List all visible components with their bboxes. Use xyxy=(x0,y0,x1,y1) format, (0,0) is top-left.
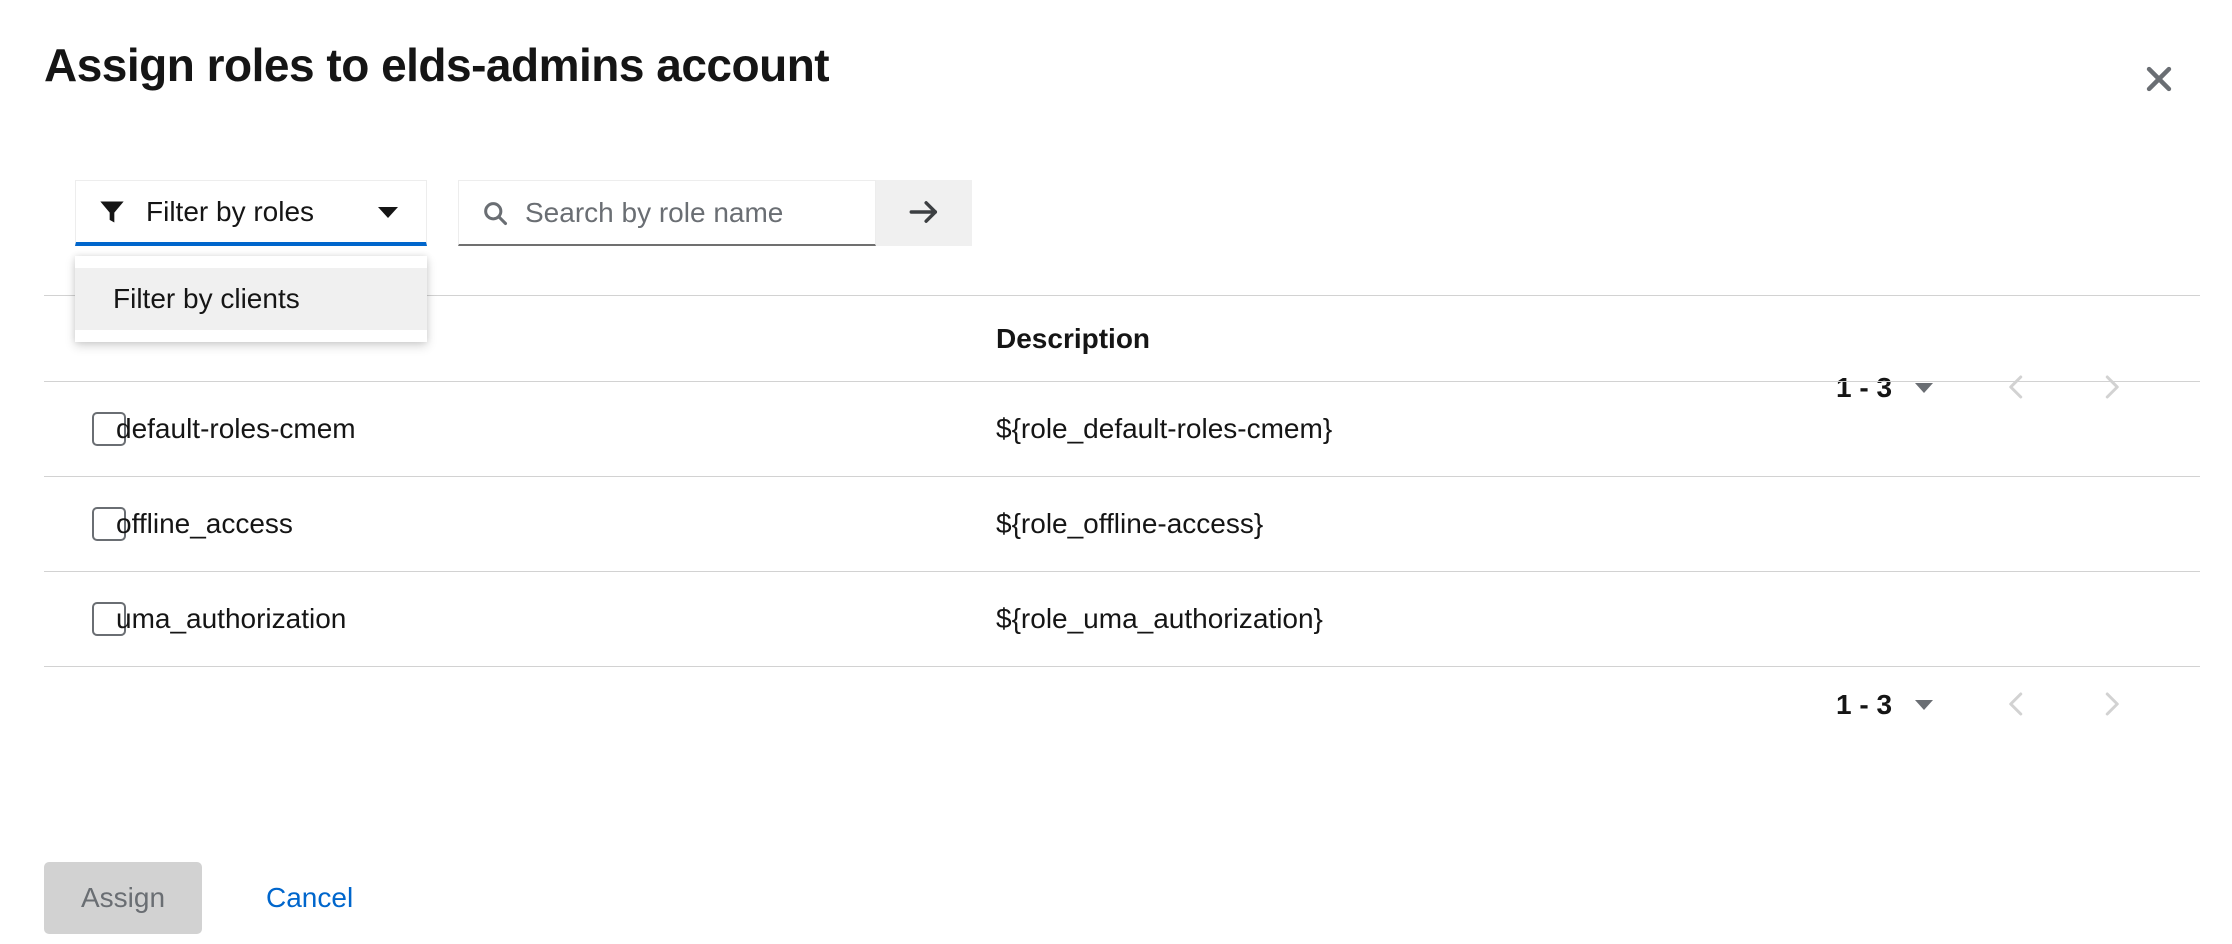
search-group xyxy=(458,180,972,246)
row-description-cell: ${role_offline-access} xyxy=(996,477,2200,572)
row-select-cell xyxy=(44,572,116,667)
funnel-icon xyxy=(98,198,126,226)
table-body: default-roles-cmem ${role_default-roles-… xyxy=(44,382,2200,667)
table-row[interactable]: uma_authorization ${role_uma_authorizati… xyxy=(44,572,2200,667)
pagination-bottom: 1 - 3 xyxy=(1836,672,2144,738)
filter-by-roles-select[interactable]: Filter by roles xyxy=(75,180,427,246)
row-select-cell xyxy=(44,477,116,572)
cancel-button[interactable]: Cancel xyxy=(248,872,371,924)
search-input[interactable] xyxy=(525,197,855,229)
row-select-cell xyxy=(44,382,116,477)
pagination-next-button-bottom[interactable] xyxy=(2078,672,2144,738)
row-description-cell: ${role_default-roles-cmem} xyxy=(996,382,2200,477)
modal-footer: Assign Cancel xyxy=(0,852,2232,944)
search-box[interactable] xyxy=(458,180,876,246)
roles-table: Description default-roles-cmem ${role_de… xyxy=(44,295,2200,667)
row-name-cell: default-roles-cmem xyxy=(116,382,996,477)
row-description-cell: ${role_uma_authorization} xyxy=(996,572,2200,667)
column-header-description: Description xyxy=(996,296,2200,382)
chevron-right-icon xyxy=(2096,689,2126,722)
table-row[interactable]: default-roles-cmem ${role_default-roles-… xyxy=(44,382,2200,477)
toolbar: Filter by roles xyxy=(0,175,2232,260)
search-submit-button[interactable] xyxy=(876,180,972,246)
modal-header: Assign roles to elds-admins account xyxy=(0,0,2232,150)
arrow-right-icon xyxy=(907,195,941,232)
pagination-range-bottom: 1 - 3 xyxy=(1836,689,1892,721)
close-button[interactable] xyxy=(2128,48,2190,110)
filter-menu-item-clients[interactable]: Filter by clients xyxy=(75,268,427,330)
row-name-cell: uma_authorization xyxy=(116,572,996,667)
filter-dropdown-menu: Filter by clients xyxy=(75,256,427,342)
chevron-down-icon xyxy=(376,204,400,220)
close-icon xyxy=(2142,62,2176,96)
search-icon xyxy=(481,199,509,227)
chevron-left-icon xyxy=(2002,689,2032,722)
row-name-cell: offline_access xyxy=(116,477,996,572)
assign-button[interactable]: Assign xyxy=(44,862,202,934)
pagination-options-toggle-bottom[interactable] xyxy=(1912,697,1936,713)
page-title: Assign roles to elds-admins account xyxy=(44,38,829,92)
table-row[interactable]: offline_access ${role_offline-access} xyxy=(44,477,2200,572)
filter-select-label: Filter by roles xyxy=(146,196,314,228)
pagination-prev-button-bottom[interactable] xyxy=(1984,672,2050,738)
